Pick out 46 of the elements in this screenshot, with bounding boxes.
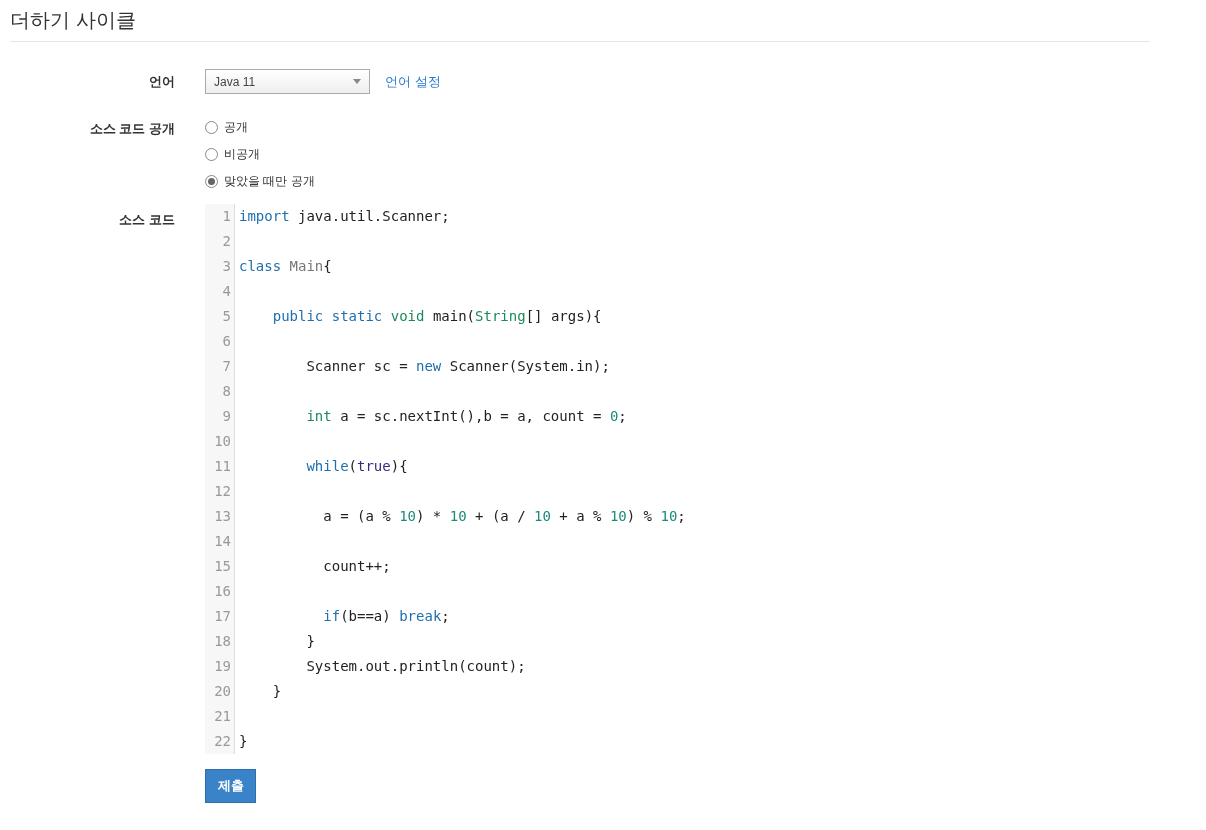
code-line: import java.util.Scanner; <box>239 208 450 224</box>
line-number: 19 <box>214 657 231 676</box>
field-label: 소스 코드 공개 <box>89 120 175 138</box>
code-line: } <box>239 733 248 749</box>
line-number: 5 <box>222 307 231 326</box>
line-number: 20 <box>214 682 231 701</box>
line-number: 18 <box>214 632 231 651</box>
line-number: 8 <box>222 382 231 401</box>
code-line: int a = sc.nextInt(),b = a, count = 0; <box>305 408 627 424</box>
line-number: 21 <box>214 707 231 726</box>
caret-icon <box>353 79 361 84</box>
language-dropdown[interactable]: Java 11 <box>205 69 370 94</box>
code-line: class Main{ <box>239 258 332 274</box>
line-number: 17 <box>214 607 231 626</box>
field-label: 언어 <box>149 72 175 91</box>
code-line: } <box>305 633 315 649</box>
language-settings-link[interactable]: 언어 설정 <box>385 71 441 92</box>
code-line: while(true){ <box>305 458 408 474</box>
line-number: 11 <box>214 457 231 476</box>
line-number: 2 <box>222 232 231 251</box>
code-line: if(b==a) break; <box>322 608 450 624</box>
code-line: System.out.println(count); <box>305 658 526 674</box>
code-line: a = (a % 10) * 10 + (a / 10 + a % 10) % 10; <box>322 508 686 524</box>
line-number: 9 <box>222 407 231 426</box>
line-number: 12 <box>214 482 231 501</box>
line-number: 10 <box>214 432 231 451</box>
radio-option[interactable]: 맞았을 때만 공개 <box>205 172 315 190</box>
code-line: public static void main(String[] args){ <box>271 308 602 324</box>
line-number: 15 <box>214 557 231 576</box>
page-title: 더하기 사이클 <box>10 8 136 33</box>
code-line: count++; <box>322 558 391 574</box>
code-line: Scanner sc = new Scanner(System.in); <box>305 358 610 374</box>
code-line: } <box>271 683 282 699</box>
submit-button[interactable]: 제출 <box>205 769 256 803</box>
line-number: 6 <box>222 332 231 351</box>
line-number: 4 <box>222 282 231 301</box>
radio-option[interactable]: 비공개 <box>205 145 260 163</box>
line-number: 16 <box>214 582 231 601</box>
line-number: 3 <box>222 257 231 276</box>
line-number: 14 <box>214 532 231 551</box>
field-label: 소스 코드 <box>119 211 175 229</box>
radio-option[interactable]: 공개 <box>205 118 248 136</box>
line-number: 22 <box>214 732 231 751</box>
line-number: 1 <box>222 207 231 226</box>
line-number: 7 <box>222 357 231 376</box>
line-number: 13 <box>214 507 231 526</box>
